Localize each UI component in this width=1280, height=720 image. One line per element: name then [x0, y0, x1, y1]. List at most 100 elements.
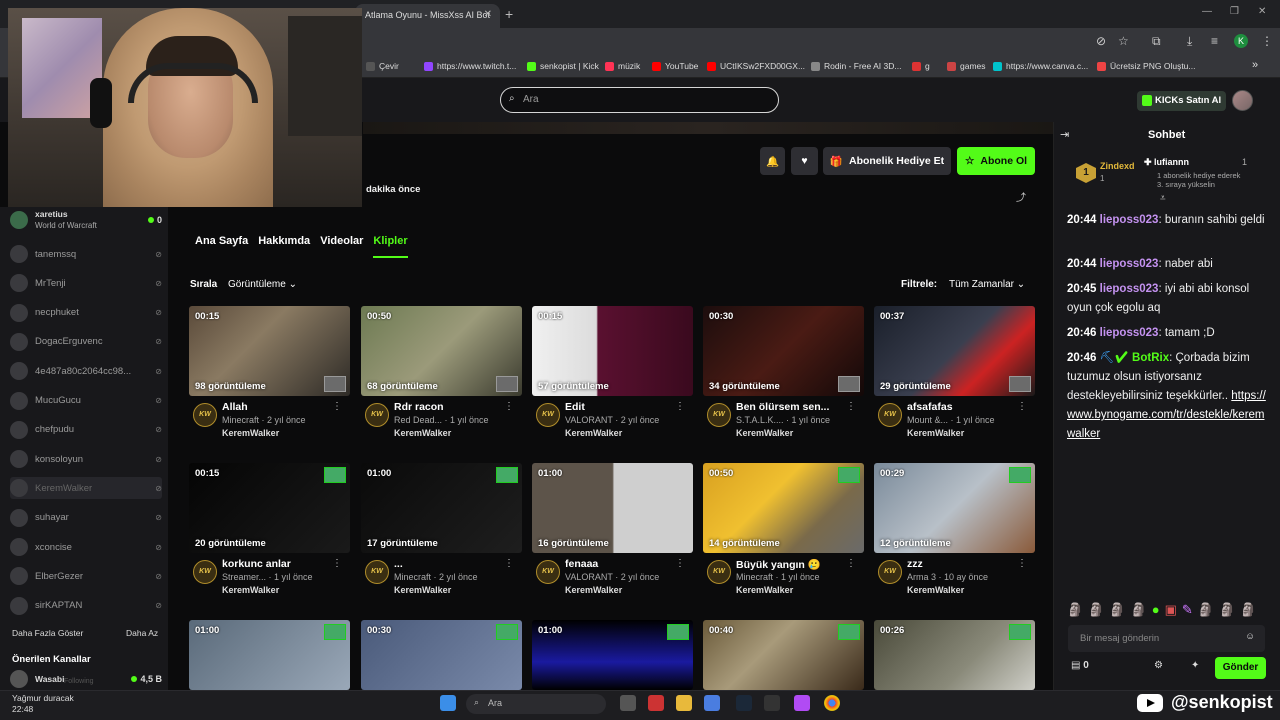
clip-title[interactable]: Büyük yangın 🥲: [736, 558, 851, 571]
reading-list-icon[interactable]: ≡: [1211, 34, 1218, 48]
bookmark-item[interactable]: Ücretsiz PNG Oluştu...: [1097, 61, 1196, 71]
start-menu-icon[interactable]: [440, 695, 456, 711]
clip-title[interactable]: Ben ölürsem sen...: [736, 401, 851, 413]
clip-thumbnail[interactable]: 00:15 57 görüntüleme: [532, 306, 693, 396]
profile-avatar[interactable]: K: [1234, 34, 1248, 48]
file-explorer-icon[interactable]: [676, 695, 692, 711]
sidebar-channel-item[interactable]: MrTenji ⊘: [10, 272, 162, 294]
store-icon[interactable]: [704, 695, 720, 711]
emote-icon[interactable]: 🗿: [1109, 602, 1125, 618]
taskbar-search[interactable]: ⌕ Ara: [466, 694, 606, 714]
bookmark-item[interactable]: games: [947, 61, 986, 71]
twitch-icon[interactable]: [794, 695, 810, 711]
clip-thumbnail[interactable]: 00:30: [361, 620, 522, 690]
bookmark-item[interactable]: Çevir: [366, 61, 399, 71]
clip-thumbnail[interactable]: 00:50 68 görüntüleme: [361, 306, 522, 396]
clip-author[interactable]: KeremWalker: [565, 585, 622, 595]
emote-icon[interactable]: 🗿: [1131, 602, 1147, 618]
bookmark-item[interactable]: g: [912, 61, 930, 71]
follow-button[interactable]: ♥: [791, 147, 818, 175]
sidebar-channel-item[interactable]: suhayar ⊘: [10, 507, 162, 529]
star-icon[interactable]: ☆: [1118, 34, 1129, 48]
emote-icon[interactable]: 🗿: [1240, 602, 1256, 618]
kicks-balance[interactable]: ▤ 0: [1071, 660, 1089, 671]
tab-home[interactable]: Ana Sayfa: [195, 235, 248, 258]
close-window-icon[interactable]: ✕: [1258, 6, 1266, 17]
user-avatar[interactable]: [1232, 90, 1253, 111]
eye-off-icon[interactable]: ⊘: [1096, 34, 1106, 48]
channel-logo-icon[interactable]: KW: [878, 403, 902, 427]
clip-author[interactable]: KeremWalker: [907, 428, 964, 438]
epic-games-icon[interactable]: [764, 695, 780, 711]
sidebar-channel-item[interactable]: necphuket ⊘: [10, 302, 162, 324]
clip-thumbnail[interactable]: 00:15 20 görüntüleme: [189, 463, 350, 553]
tab-about[interactable]: Hakkımda: [258, 235, 310, 258]
channel-logo-icon[interactable]: KW: [365, 560, 389, 584]
gift-subscription-button[interactable]: 🎁 Abonelik Hediye Et: [823, 147, 951, 175]
message-username[interactable]: BotRix: [1132, 352, 1169, 364]
tab-clips[interactable]: Klipler: [373, 235, 408, 258]
show-more-link[interactable]: Daha Fazla Göster: [12, 628, 83, 638]
bookmark-item[interactable]: https://www.canva.c...: [993, 61, 1088, 71]
sidebar-channel-item[interactable]: DogacErguvenc ⊘: [10, 331, 162, 353]
clip-thumbnail[interactable]: 01:00 16 görüntüleme: [532, 463, 693, 553]
emote-icon[interactable]: 🗿: [1067, 602, 1083, 618]
chrome-icon[interactable]: [824, 695, 840, 711]
send-button[interactable]: Gönder: [1215, 657, 1266, 679]
clip-title[interactable]: zzz: [907, 558, 1022, 570]
clip-thumbnail[interactable]: 01:00: [189, 620, 350, 690]
bookmark-item[interactable]: müzik: [605, 61, 640, 71]
more-options-icon[interactable]: ⋮: [846, 558, 856, 569]
more-options-icon[interactable]: ⋮: [675, 401, 685, 412]
steam-icon[interactable]: [736, 695, 752, 711]
notification-button[interactable]: 🔔: [760, 147, 785, 175]
clip-thumbnail[interactable]: 00:29 12 görüntüleme: [874, 463, 1035, 553]
search-input[interactable]: ⌕ Ara: [500, 87, 779, 113]
clip-thumbnail[interactable]: 00:37 29 görüntüleme: [874, 306, 1035, 396]
sort-select[interactable]: Görüntüleme ⌄: [228, 279, 297, 290]
download-icon[interactable]: ⤓: [1187, 34, 1192, 49]
clip-author[interactable]: KeremWalker: [907, 585, 964, 595]
clip-thumbnail[interactable]: 00:40: [703, 620, 864, 690]
maximize-icon[interactable]: ❐: [1230, 6, 1239, 17]
emote-icon[interactable]: 🗿: [1198, 602, 1214, 618]
clip-author[interactable]: KeremWalker: [736, 585, 793, 595]
more-options-icon[interactable]: ⋮: [846, 401, 856, 412]
extensions-icon[interactable]: ⧉: [1152, 34, 1161, 49]
clip-thumbnail[interactable]: 01:00 17 görüntüleme: [361, 463, 522, 553]
bookmark-item[interactable]: YouTube: [652, 61, 698, 71]
sidebar-channel-item[interactable]: 4e487a80c2064cc98... ⊘: [10, 360, 162, 382]
sidebar-channel-item[interactable]: MucuGucu ⊘: [10, 390, 162, 412]
emote-icon[interactable]: ✎: [1182, 602, 1193, 618]
clip-author[interactable]: KeremWalker: [394, 428, 451, 438]
sidebar-channel-item[interactable]: sirKAPTAN ⊘: [10, 595, 162, 617]
sidebar-channel-item[interactable]: tanemssq ⊘: [10, 243, 162, 265]
weather-widget[interactable]: Yağmur duracak 22:48: [12, 693, 74, 715]
message-username[interactable]: lieposs023: [1100, 327, 1159, 339]
channel-logo-icon[interactable]: KW: [878, 560, 902, 584]
sidebar-channel-item[interactable]: konsoloyun ⊘: [10, 448, 162, 470]
channel-logo-icon[interactable]: KW: [365, 403, 389, 427]
more-bookmarks-icon[interactable]: »: [1252, 59, 1258, 71]
clip-title[interactable]: fenaaa: [565, 558, 680, 570]
bookmark-item[interactable]: senkopist | Kick: [527, 61, 599, 71]
more-options-icon[interactable]: ⋮: [1017, 558, 1027, 569]
task-view-icon[interactable]: [620, 695, 636, 711]
menu-icon[interactable]: ⋮: [1261, 34, 1273, 48]
message-username[interactable]: lieposs023: [1100, 214, 1159, 226]
channel-logo-icon[interactable]: KW: [707, 403, 731, 427]
tab-close-icon[interactable]: ✕: [484, 9, 492, 20]
share-icon[interactable]: ⤴: [1016, 189, 1026, 204]
message-username[interactable]: lieposs023: [1100, 258, 1159, 270]
emote-icon[interactable]: 🗿: [1219, 602, 1235, 618]
clip-thumbnail[interactable]: 01:00: [532, 620, 693, 690]
clip-author[interactable]: KeremWalker: [222, 585, 279, 595]
expand-leaderboard-icon[interactable]: ⩡: [1160, 193, 1166, 204]
channel-logo-icon[interactable]: KW: [193, 560, 217, 584]
tab-videos[interactable]: Videolar: [320, 235, 363, 258]
sidebar-channel-item[interactable]: xconcise ⊘: [10, 536, 162, 558]
emote-icon[interactable]: 🗿: [1088, 602, 1104, 618]
minimize-icon[interactable]: —: [1202, 6, 1212, 17]
clip-title[interactable]: Edit: [565, 401, 680, 413]
channel-logo-icon[interactable]: KW: [536, 560, 560, 584]
